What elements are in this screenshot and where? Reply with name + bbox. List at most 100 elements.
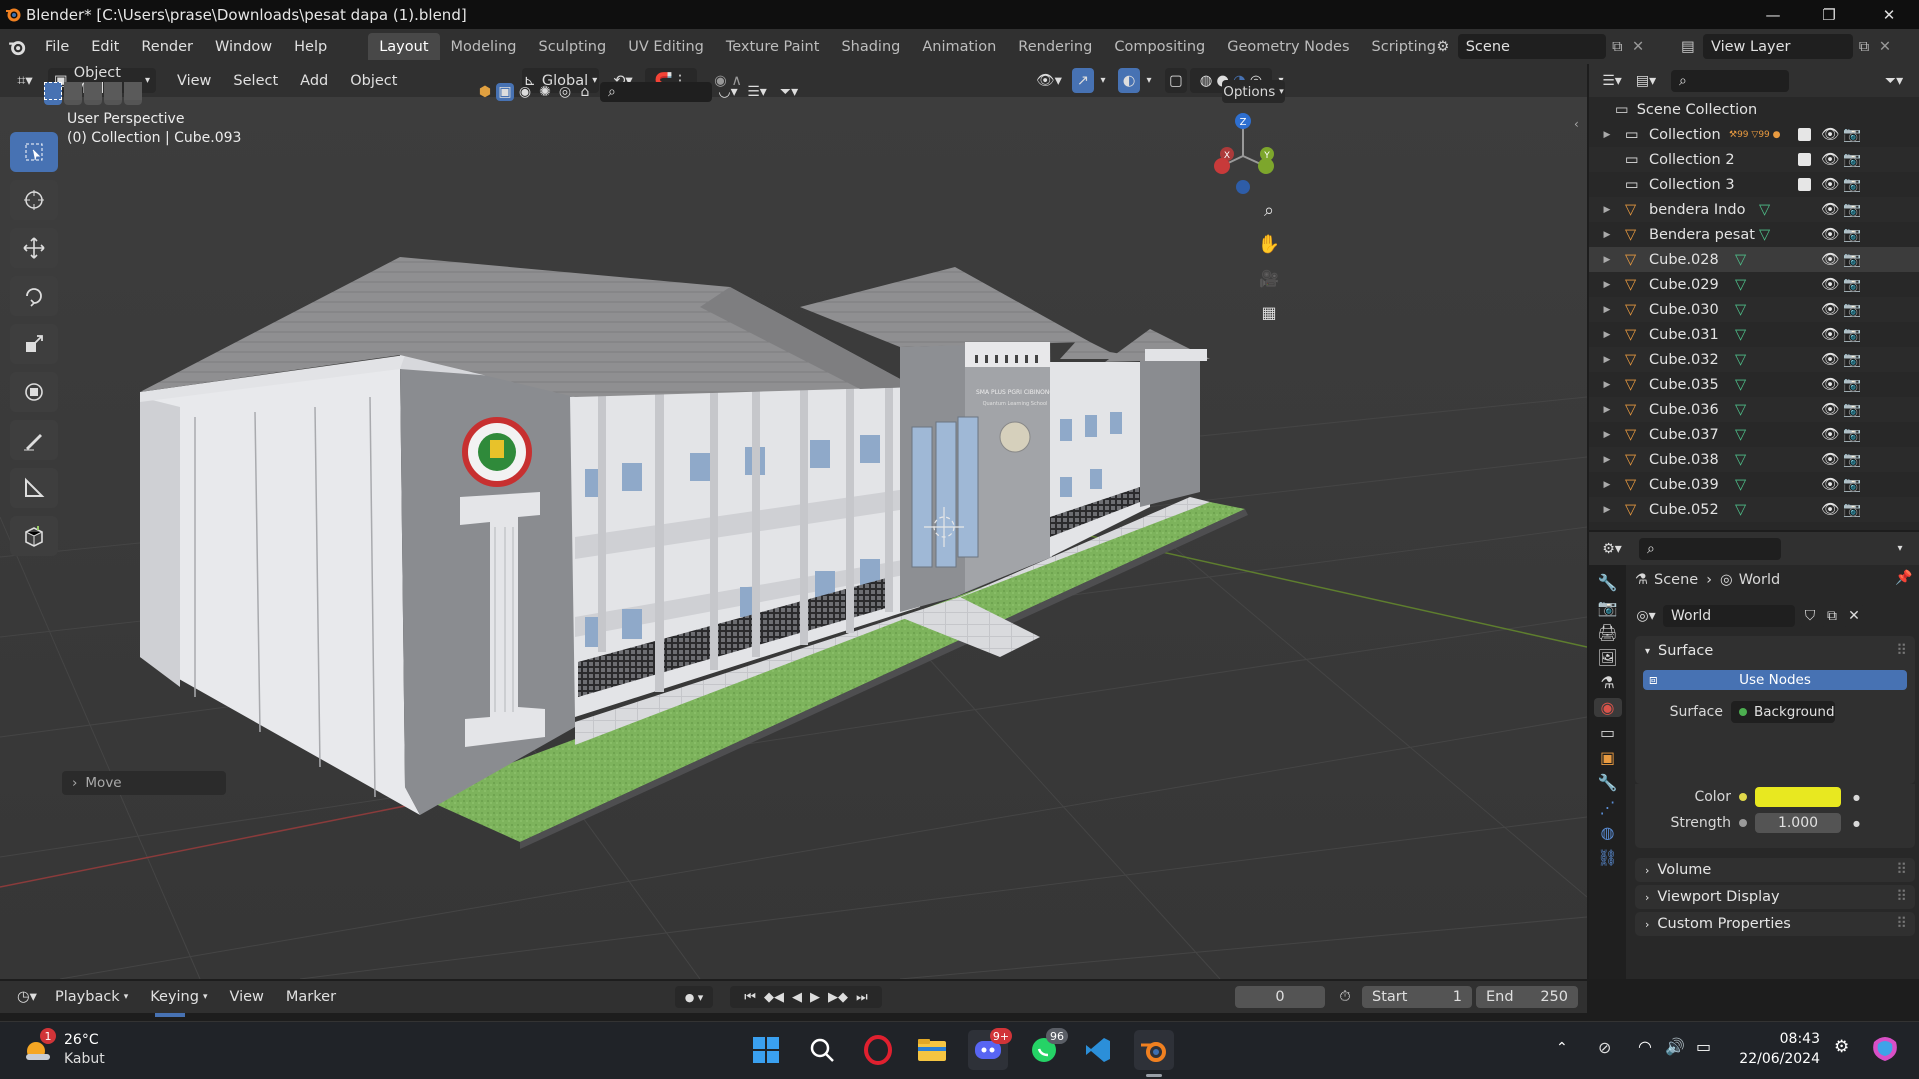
discord-icon[interactable]: 9+ bbox=[968, 1028, 1012, 1070]
chevron-down-icon[interactable]: ▾ bbox=[1096, 68, 1110, 93]
tab-geometry-nodes[interactable]: Geometry Nodes bbox=[1216, 33, 1360, 60]
filter-camera-icon[interactable]: ⌂ bbox=[576, 83, 594, 101]
expand-arrow-icon[interactable]: ▶ bbox=[1589, 455, 1625, 465]
menu-window[interactable]: Window bbox=[204, 34, 283, 60]
tab-compositing[interactable]: Compositing bbox=[1103, 33, 1216, 60]
select-sub-icon[interactable] bbox=[84, 82, 102, 100]
view-layer-field[interactable]: View Layer bbox=[1703, 34, 1853, 59]
world-name-field[interactable]: World bbox=[1663, 605, 1795, 627]
mesh-data-icon[interactable]: ▽ bbox=[1735, 277, 1746, 293]
ortho-toggle-icon[interactable]: ▦ bbox=[1254, 297, 1284, 327]
render-camera-icon[interactable]: 📷 bbox=[1843, 226, 1861, 243]
properties-editor-icon[interactable]: ⚙▾ bbox=[1597, 538, 1627, 560]
tab-shading[interactable]: Shading bbox=[830, 33, 911, 60]
menu-marker[interactable]: Marker bbox=[275, 984, 347, 1010]
start-windows-icon[interactable] bbox=[746, 1030, 786, 1070]
render-camera-icon[interactable]: 📷 bbox=[1843, 476, 1861, 493]
collapsed-panel-header[interactable]: › Custom Properties ⠿ bbox=[1635, 912, 1915, 936]
mesh-data-icon[interactable]: ▽ bbox=[1735, 327, 1746, 343]
play-reverse-icon[interactable]: ◀ bbox=[792, 990, 802, 1005]
render-camera-icon[interactable]: 📷 bbox=[1843, 176, 1861, 193]
outliner-item[interactable]: ▶ ▽ Cube.032 ▽ 👁 📷 bbox=[1589, 347, 1919, 372]
render-camera-icon[interactable]: 📷 bbox=[1843, 276, 1861, 293]
mesh-data-icon[interactable]: ▽ bbox=[1735, 377, 1746, 393]
filter-light-icon[interactable]: ✺ bbox=[536, 83, 554, 101]
outliner-item[interactable]: ▶ ▽ Cube.028 ▽ 👁 📷 bbox=[1589, 247, 1919, 272]
mesh-data-icon[interactable]: ▽ bbox=[1735, 427, 1746, 443]
minimize-icon[interactable]: — bbox=[1750, 0, 1796, 29]
visibility-eye-icon[interactable]: 👁 bbox=[1821, 401, 1839, 418]
chevron-down-icon[interactable]: ▾ bbox=[1891, 538, 1909, 560]
navigation-gizmo[interactable]: Z X Y bbox=[1205, 112, 1285, 197]
tab-sculpting[interactable]: Sculpting bbox=[527, 33, 617, 60]
battery-icon[interactable]: ▭ bbox=[1696, 1037, 1711, 1056]
tab-texture-paint[interactable]: Texture Paint bbox=[715, 33, 831, 60]
copilot-icon[interactable] bbox=[1870, 1034, 1900, 1064]
menu-edit[interactable]: Edit bbox=[80, 34, 130, 60]
tab-rendering[interactable]: Rendering bbox=[1007, 33, 1103, 60]
select-box-tool-icon[interactable] bbox=[10, 132, 58, 172]
fake-user-icon[interactable]: ⛉ bbox=[1799, 605, 1821, 627]
current-frame-field[interactable]: 0 bbox=[1235, 986, 1325, 1008]
mesh-data-icon[interactable]: ▽ bbox=[1735, 402, 1746, 418]
start-frame-field[interactable]: Start 1 bbox=[1362, 986, 1472, 1008]
remove-view-layer-icon[interactable]: ✕ bbox=[1875, 39, 1895, 55]
outliner-item[interactable]: ▶ ▽ Cube.030 ▽ 👁 📷 bbox=[1589, 297, 1919, 322]
expand-arrow-icon[interactable]: ▶ bbox=[1589, 430, 1625, 440]
world-browse-icon[interactable]: ◎▾ bbox=[1633, 605, 1659, 627]
blender-taskbar-icon[interactable] bbox=[1134, 1030, 1174, 1070]
play-icon[interactable]: ▶ bbox=[810, 990, 820, 1005]
render-camera-icon[interactable]: 📷 bbox=[1843, 501, 1861, 518]
visibility-eye-icon[interactable]: 👁 bbox=[1821, 351, 1839, 368]
render-camera-icon[interactable]: 📷 bbox=[1843, 301, 1861, 318]
list-view-icon[interactable]: ☰▾ bbox=[742, 82, 772, 102]
visibility-eye-icon[interactable]: 👁 bbox=[1821, 326, 1839, 343]
render-camera-icon[interactable]: 📷 bbox=[1843, 126, 1861, 143]
tab-modeling[interactable]: Modeling bbox=[440, 33, 528, 60]
render-camera-icon[interactable]: 📷 bbox=[1843, 426, 1861, 443]
render-camera-icon[interactable]: 📷 bbox=[1843, 251, 1861, 268]
expand-arrow-icon[interactable]: ▶ bbox=[1589, 255, 1625, 265]
options-dropdown[interactable]: Options ▾ bbox=[1222, 80, 1285, 103]
visibility-eye-icon[interactable]: 👁 bbox=[1821, 151, 1839, 168]
properties-search-input[interactable]: ⌕ bbox=[1639, 537, 1781, 560]
prev-keyframe-icon[interactable]: ◆◀ bbox=[764, 990, 784, 1005]
expand-arrow-icon[interactable]: ▶ bbox=[1589, 355, 1625, 365]
wifi-icon[interactable]: ◠ bbox=[1638, 1037, 1652, 1056]
menu-select[interactable]: Select bbox=[222, 68, 289, 94]
weather-icon[interactable]: 1 bbox=[22, 1028, 56, 1066]
blender-menu-icon[interactable] bbox=[0, 38, 34, 56]
menu-object[interactable]: Object bbox=[339, 68, 408, 94]
outliner-search-input[interactable]: ⌕ bbox=[1671, 69, 1789, 92]
cursor-tool-icon[interactable] bbox=[10, 180, 58, 220]
tab-animation[interactable]: Animation bbox=[911, 33, 1007, 60]
outliner-item[interactable]: ▶ ▽ Cube.038 ▽ 👁 📷 bbox=[1589, 447, 1919, 472]
visibility-eye-icon[interactable]: 👁 bbox=[1821, 301, 1839, 318]
filter-sphere-icon[interactable]: ◉ bbox=[516, 83, 534, 101]
tool-tab-icon[interactable]: 🔧 bbox=[1598, 573, 1618, 592]
opera-browser-icon[interactable] bbox=[858, 1030, 898, 1070]
expand-arrow-icon[interactable]: ▶ bbox=[1589, 280, 1625, 290]
scene-tab-icon[interactable]: ⚗ bbox=[1600, 673, 1614, 692]
visibility-eye-icon[interactable]: 👁 bbox=[1821, 226, 1839, 243]
scene-selector[interactable]: ⚙ Scene ⧉ ✕ bbox=[1428, 34, 1648, 59]
render-camera-icon[interactable]: 📷 bbox=[1843, 351, 1861, 368]
editor-type-icon[interactable]: ⌗▾ bbox=[8, 68, 42, 93]
outliner-item[interactable]: ▶ ▽ bendera Indo ▽ 👁 📷 bbox=[1589, 197, 1919, 222]
render-camera-icon[interactable]: 📷 bbox=[1843, 376, 1861, 393]
record-toggle-icon[interactable]: ● ▾ bbox=[675, 986, 713, 1008]
zoom-icon[interactable]: ⌕ bbox=[1254, 195, 1284, 225]
expand-arrow-icon[interactable]: ▶ bbox=[1589, 405, 1625, 415]
physics-tab-icon[interactable]: ◍ bbox=[1601, 823, 1615, 842]
visibility-eye-icon[interactable]: 👁 bbox=[1821, 276, 1839, 293]
object-tab-icon[interactable]: ▣ bbox=[1600, 748, 1615, 767]
visibility-eye-icon[interactable]: 👁 bbox=[1821, 476, 1839, 493]
menu-keying[interactable]: Keying ▾ bbox=[139, 984, 218, 1010]
output-tab-icon[interactable]: 🖨 bbox=[1597, 623, 1617, 642]
search-input[interactable]: ⌕ bbox=[600, 82, 712, 102]
wireframe-shading-icon[interactable]: ◍ bbox=[1200, 73, 1213, 89]
world-tab-icon[interactable]: ◉ bbox=[1593, 698, 1622, 717]
remove-scene-icon[interactable]: ✕ bbox=[1628, 39, 1648, 55]
overlays-toggle-icon[interactable]: ◐ bbox=[1118, 68, 1140, 93]
mesh-data-icon[interactable]: ▽ bbox=[1735, 452, 1746, 468]
